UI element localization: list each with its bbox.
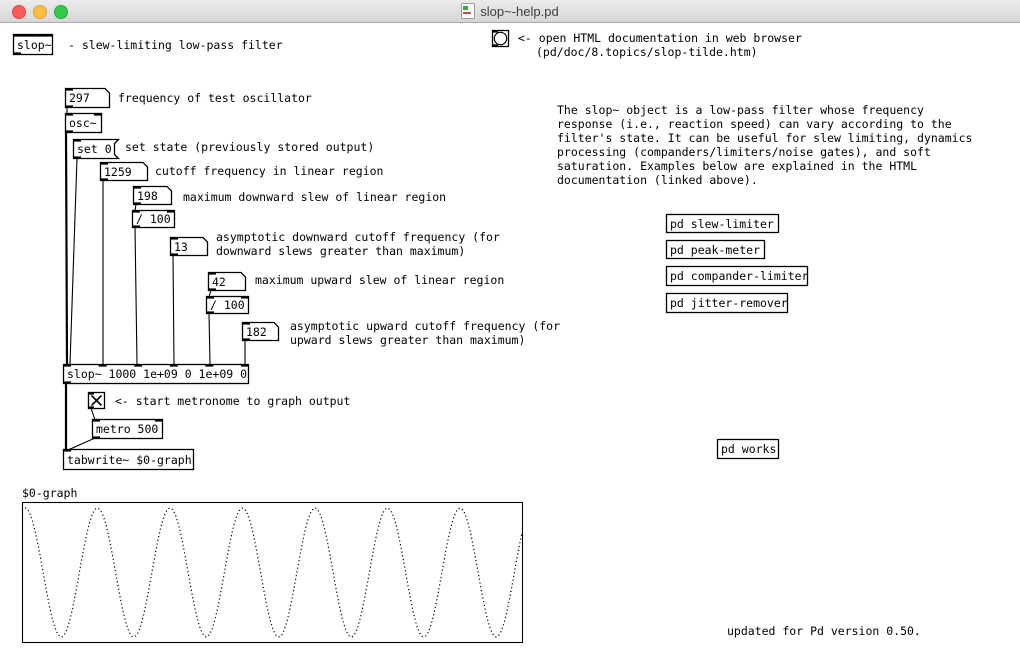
outlet-nub <box>63 381 71 384</box>
number-box-max-up-slew-label[interactable]: 42 <box>212 275 226 289</box>
control-wire <box>209 313 210 364</box>
number-box-asym-up-cutoff-label[interactable]: 182 <box>246 325 267 339</box>
titlebar: slop~-help.pd <box>0 0 1020 23</box>
patch-canvas: slop~297osc~set 01259198/ 1001342/ 10018… <box>0 0 1020 664</box>
inlet-nub <box>88 392 94 395</box>
comment-open-docs: <- open HTML documentation in web browse… <box>518 31 802 45</box>
number-box-osc-freq-label[interactable]: 297 <box>69 91 90 105</box>
outlet-nub <box>65 130 73 133</box>
outlet-nub <box>92 436 100 439</box>
comment-start-metronome: <- start metronome to graph output <box>115 394 350 408</box>
number-box-cutoff-label[interactable]: 1259 <box>104 165 132 179</box>
comment-max-down-slew: maximum downward slew of linear region <box>183 190 446 204</box>
toggle-metronome[interactable] <box>88 392 105 409</box>
object-box-div100-up-label: / 100 <box>210 298 245 312</box>
inlet-nub <box>492 30 498 33</box>
bang-circle-icon <box>494 32 506 44</box>
pd-patch-window: slop~297osc~set 01259198/ 1001342/ 10018… <box>0 0 1020 664</box>
control-wire <box>68 438 95 450</box>
comment-osc-freq: frequency of test oscillator <box>118 91 312 105</box>
inlet-nub <box>45 34 53 37</box>
outlet-nub <box>492 44 498 47</box>
title-area: slop~-help.pd <box>0 0 1020 22</box>
object-box-div100-down-label: / 100 <box>136 212 171 226</box>
control-wire <box>91 408 95 420</box>
comment-docs-path: (pd/doc/8.topics/slop-tilde.htm) <box>536 45 758 59</box>
outlet-nub <box>73 156 81 159</box>
graph-array-name: $0-graph <box>22 486 77 500</box>
comment-main-description: The slop~ object is a low-pass filter wh… <box>557 103 972 187</box>
object-box-tabwrite-label: tabwrite~ $0-graph <box>67 453 192 467</box>
outlet-nub <box>13 52 21 55</box>
bang-button-open-docs[interactable] <box>492 30 509 47</box>
comment-version: updated for Pd version 0.50. <box>727 624 921 638</box>
control-wire <box>70 158 77 364</box>
graph-border <box>23 503 523 643</box>
comment-asym-down: asymptotic downward cutoff frequency (fo… <box>216 230 500 258</box>
comment-set-state: set state (previously stored output) <box>125 140 374 154</box>
array-graph <box>22 503 523 643</box>
inlet-nub <box>63 449 71 452</box>
subpatch-jitter-remover-label[interactable]: pd jitter-remover <box>670 296 788 310</box>
comment-max-up-slew: maximum upward slew of linear region <box>255 273 504 287</box>
number-box-max-down-slew-label[interactable]: 198 <box>137 189 158 203</box>
control-wire <box>135 227 137 364</box>
outlet-nub <box>88 406 94 409</box>
outlet-nub <box>65 105 73 108</box>
comment-asym-up: asymptotic upward cutoff frequency (foru… <box>290 319 560 347</box>
number-box-asym-down-cutoff-label[interactable]: 13 <box>174 240 188 254</box>
pd-file-icon <box>461 3 475 19</box>
sine-wave-trace <box>22 508 522 637</box>
object-box-slop-main-label: slop~ 1000 1e+09 0 1e+09 0 <box>67 367 247 381</box>
subpatch-slew-limiter-label[interactable]: pd slew-limiter <box>670 217 774 231</box>
object-box-osc-label: osc~ <box>69 116 97 130</box>
subpatch-works-label[interactable]: pd works <box>721 442 776 456</box>
subpatch-peak-meter-label[interactable]: pd peak-meter <box>670 243 760 257</box>
window-title: slop~-help.pd <box>480 4 558 19</box>
control-wire <box>173 255 174 364</box>
signal-wire <box>66 132 67 364</box>
comment-slop-description: - slew-limiting low-pass filter <box>68 38 283 52</box>
subpatch-compander-limiter-label[interactable]: pd compander-limiter <box>670 269 808 283</box>
object-box-metro-label: metro 500 <box>96 422 158 436</box>
comment-cutoff: cutoff frequency in linear region <box>155 164 383 178</box>
message-box-set-state-label[interactable]: set 0 <box>77 142 112 156</box>
object-box-slop-title-label: slop~ <box>17 38 52 52</box>
